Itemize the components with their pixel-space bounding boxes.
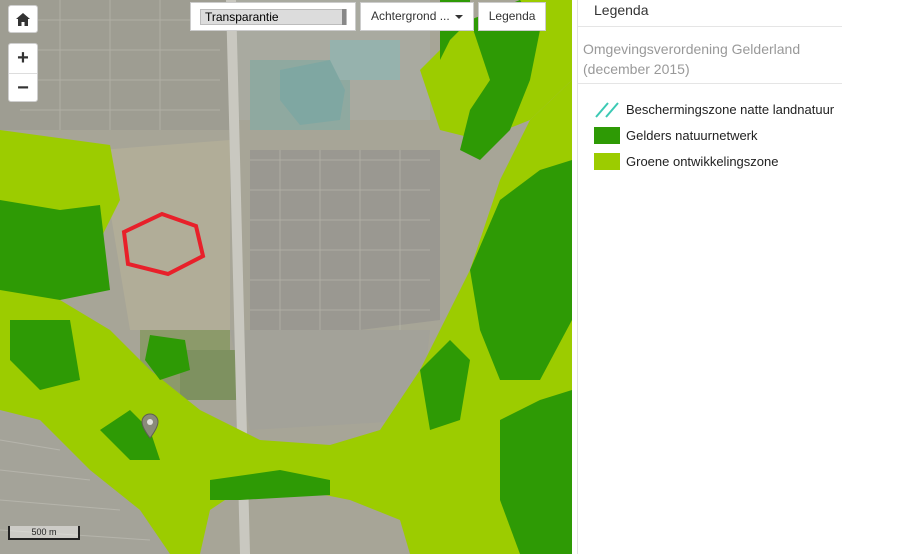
transparency-slider[interactable]: Transparantie [200, 9, 347, 25]
color-swatch [594, 126, 620, 144]
hatch-swatch-icon [595, 101, 619, 118]
background-label: Achtergrond ... [371, 9, 450, 23]
layer-name-text: Omgevingsverordening Gelderland (decembe… [583, 41, 801, 77]
legend-item: Beschermingszone natte landnatuur [594, 96, 842, 122]
zoom-out-button[interactable]: − [9, 74, 37, 103]
color-swatch [594, 152, 620, 170]
legend-item-label: Gelders natuurnetwerk [626, 127, 758, 143]
legend-item-label: Groene ontwikkelingszone [626, 153, 779, 169]
scale-label: 500 m [31, 527, 57, 537]
legend-list: Beschermingszone natte landnatuur Gelder… [578, 84, 842, 174]
zoom-in-button[interactable]: + [9, 44, 37, 74]
home-button[interactable] [8, 5, 38, 33]
map-toolbar: Transparantie Achtergrond ... Legenda [190, 2, 547, 31]
home-icon [16, 12, 30, 26]
selection-outline [121, 211, 206, 277]
legend-panel: Legenda Omgevingsverordening Gelderland … [577, 0, 842, 554]
legend-item: Gelders natuurnetwerk [594, 122, 842, 148]
slider-handle[interactable] [342, 9, 346, 25]
location-marker-icon[interactable] [141, 413, 159, 439]
caret-down-icon [454, 14, 463, 19]
legend-item: Groene ontwikkelingszone [594, 148, 842, 174]
legend-item-label: Beschermingszone natte landnatuur [626, 101, 835, 117]
map-view[interactable]: + − Transparantie Achtergrond ... Legend… [0, 0, 572, 554]
transparency-control: Transparantie [190, 2, 356, 31]
zoom-control: + − [8, 43, 38, 102]
background-dropdown[interactable]: Achtergrond ... [360, 2, 474, 31]
scale-bar: 500 m [8, 526, 80, 540]
legend-button[interactable]: Legenda [477, 2, 547, 31]
transparency-label: Transparantie [205, 10, 279, 24]
layer-name: Omgevingsverordening Gelderland (decembe… [578, 27, 842, 84]
legend-panel-title: Legenda [578, 0, 842, 27]
